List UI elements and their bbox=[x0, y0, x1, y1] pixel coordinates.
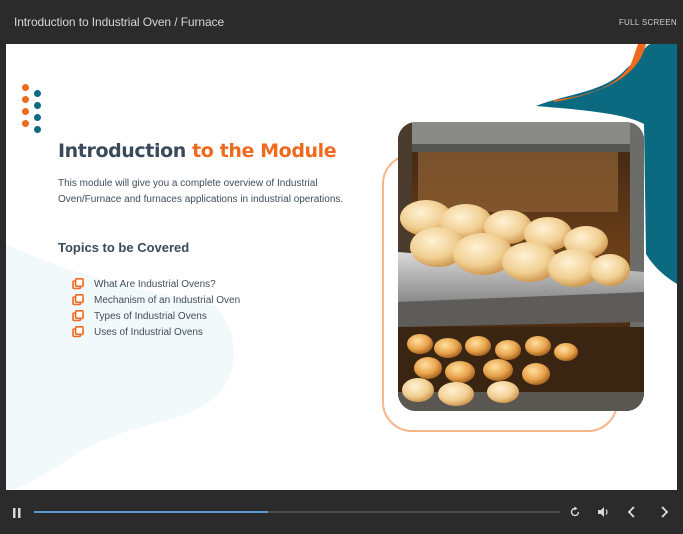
fullscreen-button[interactable]: FULL SCREEN bbox=[619, 18, 677, 27]
copy-icon bbox=[72, 310, 84, 322]
previous-icon[interactable] bbox=[627, 505, 637, 519]
topic-label: Types of Industrial Ovens bbox=[94, 310, 207, 322]
topics-heading: Topics to be Covered bbox=[58, 240, 190, 255]
pause-icon[interactable] bbox=[12, 507, 22, 519]
copy-icon bbox=[72, 278, 84, 290]
top-bar: Introduction to Industrial Oven / Furnac… bbox=[0, 0, 683, 44]
slide: Introduction to the Module This module w… bbox=[6, 44, 677, 490]
decorative-dots bbox=[22, 84, 46, 144]
intro-paragraph: This module will give you a complete ove… bbox=[58, 178, 344, 205]
list-item: Types of Industrial Ovens bbox=[72, 308, 240, 324]
list-item: Mechanism of an Industrial Oven bbox=[72, 292, 240, 308]
slide-title-main: Introduction bbox=[58, 140, 186, 162]
topic-label: Uses of Industrial Ovens bbox=[94, 326, 203, 338]
volume-icon[interactable] bbox=[597, 506, 610, 518]
progress-fill bbox=[34, 511, 269, 513]
copy-icon bbox=[72, 326, 84, 338]
bread-oven-photo bbox=[398, 122, 644, 411]
topic-label: What Are Industrial Ovens? bbox=[94, 278, 216, 290]
copy-icon bbox=[72, 294, 84, 306]
list-item: What Are Industrial Ovens? bbox=[72, 276, 240, 292]
player-control-bar bbox=[0, 490, 683, 534]
slide-title: Introduction to the Module bbox=[58, 140, 337, 162]
topic-label: Mechanism of an Industrial Oven bbox=[94, 294, 241, 306]
progress-bar[interactable] bbox=[34, 511, 560, 513]
course-title: Introduction to Industrial Oven / Furnac… bbox=[14, 15, 225, 29]
slide-title-accent: to the Module bbox=[192, 140, 337, 162]
list-item: Uses of Industrial Ovens bbox=[72, 324, 240, 340]
next-icon[interactable] bbox=[659, 505, 669, 519]
topics-list: What Are Industrial Ovens? Mechanism of … bbox=[72, 276, 240, 340]
replay-icon[interactable] bbox=[569, 506, 581, 518]
